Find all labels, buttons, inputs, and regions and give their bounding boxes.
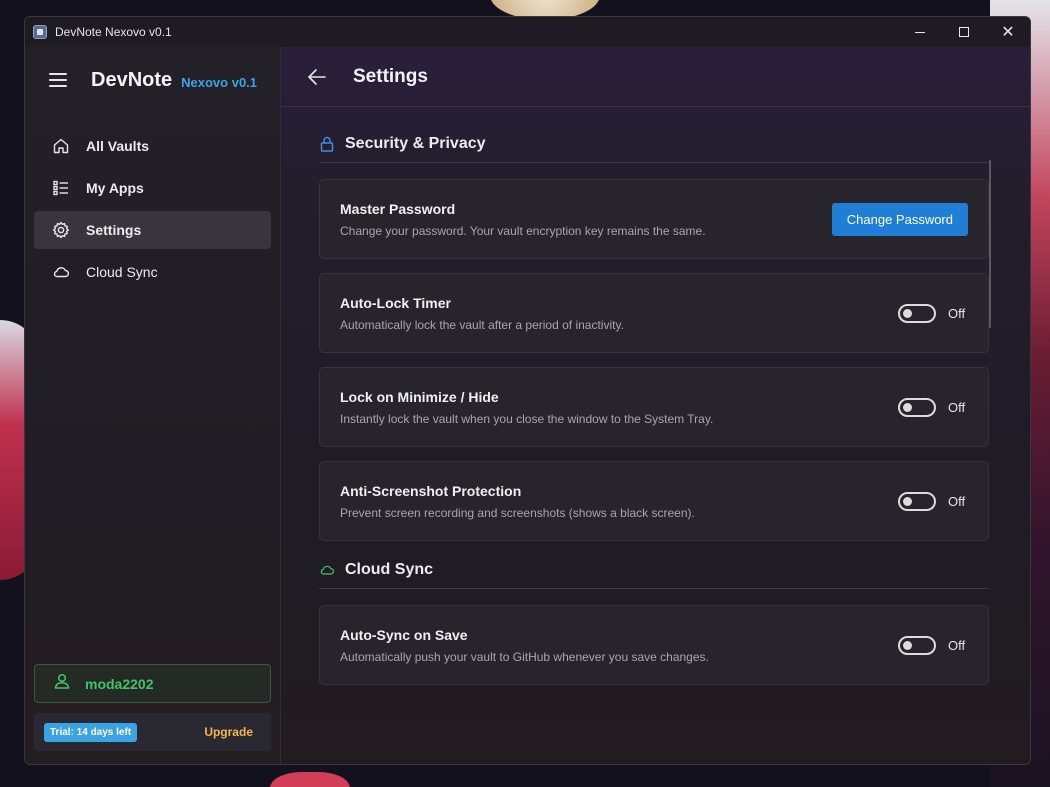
brand-name: DevNote (91, 68, 173, 91)
setting-description: Change your password. Your vault encrypt… (340, 223, 706, 238)
sidebar-item-label: Settings (86, 222, 142, 238)
setting-description: Instantly lock the vault when you close … (340, 411, 714, 426)
section-cloud-header: Cloud Sync (319, 553, 989, 589)
trial-banner: Trial: 14 days left Upgrade (34, 713, 271, 751)
sidebar-nav: All Vaults My Apps Settings Cloud Sync (25, 127, 280, 291)
setting-title: Auto-Lock Timer (340, 294, 451, 311)
list-icon (52, 179, 70, 197)
anti-screenshot-toggle[interactable] (898, 491, 936, 511)
sidebar-item-label: My Apps (86, 180, 144, 196)
brand-version: Nexovo v0.1 (181, 74, 258, 90)
setting-title: Master Password (340, 200, 456, 217)
user-profile[interactable]: moda2202 (34, 664, 271, 703)
maximize-button[interactable] (942, 17, 986, 47)
lock-icon (319, 136, 335, 152)
main-panel: Settings Security & Privacy Master Passw… (281, 47, 1030, 764)
sidebar-item-settings[interactable]: Settings (34, 211, 271, 249)
maximize-icon (959, 27, 969, 37)
master-password-card: Master Password Change your password. Yo… (319, 179, 989, 259)
cloud-icon (319, 562, 335, 578)
section-security-header: Security & Privacy (319, 127, 989, 163)
page-title: Settings (353, 65, 428, 87)
lock-on-minimize-toggle[interactable] (898, 397, 936, 417)
hamburger-menu-icon[interactable] (49, 73, 67, 87)
toggle-state-label: Off (948, 637, 966, 653)
back-arrow-icon[interactable] (307, 67, 327, 87)
auto-lock-toggle[interactable] (898, 303, 936, 323)
auto-lock-card: Auto-Lock Timer Automatically lock the v… (319, 273, 989, 353)
settings-content: Security & Privacy Master Password Chang… (319, 107, 989, 699)
setting-title: Lock on Minimize / Hide (340, 388, 499, 405)
brand-header: DevNote Nexovo v0.1 (25, 47, 280, 113)
close-button[interactable]: ✕ (986, 17, 1030, 47)
minimize-icon (915, 31, 925, 33)
minimize-button[interactable] (898, 17, 942, 47)
cloud-icon (52, 263, 70, 281)
auto-sync-toggle[interactable] (898, 635, 936, 655)
user-icon (53, 672, 71, 695)
scrollbar[interactable] (989, 160, 991, 328)
toggle-state-label: Off (948, 493, 966, 509)
upgrade-link[interactable]: Upgrade (204, 725, 253, 739)
trial-badge: Trial: 14 days left (44, 722, 138, 742)
home-icon (52, 137, 70, 155)
sidebar-item-all-vaults[interactable]: All Vaults (34, 127, 271, 165)
setting-description: Automatically push your vault to GitHub … (340, 649, 709, 664)
setting-description: Automatically lock the vault after a per… (340, 317, 624, 332)
app-logo-icon (33, 25, 47, 39)
setting-title: Anti-Screenshot Protection (340, 482, 522, 499)
gear-icon (52, 221, 70, 239)
toggle-state-label: Off (948, 305, 966, 321)
section-title: Cloud Sync (345, 560, 434, 578)
lock-on-minimize-card: Lock on Minimize / Hide Instantly lock t… (319, 367, 989, 447)
close-icon: ✕ (1001, 22, 1015, 41)
sidebar-item-label: Cloud Sync (86, 264, 158, 280)
username: moda2202 (85, 675, 154, 692)
sidebar: DevNote Nexovo v0.1 All Vaults My Apps S… (25, 47, 281, 764)
setting-title: Auto-Sync on Save (340, 626, 468, 643)
setting-description: Prevent screen recording and screenshots… (340, 505, 695, 520)
anti-screenshot-card: Anti-Screenshot Protection Prevent scree… (319, 461, 989, 541)
change-password-button[interactable]: Change Password (831, 202, 968, 236)
sidebar-item-label: All Vaults (86, 138, 150, 154)
auto-sync-card: Auto-Sync on Save Automatically push you… (319, 605, 989, 685)
app-window: DevNote Nexovo v0.1 ✕ DevNote Nexovo v0.… (24, 16, 1031, 765)
toggle-state-label: Off (948, 399, 966, 415)
title-bar[interactable]: DevNote Nexovo v0.1 ✕ (25, 17, 1030, 47)
page-header: Settings (281, 47, 1030, 107)
sidebar-item-cloud-sync[interactable]: Cloud Sync (34, 253, 271, 291)
window-title: DevNote Nexovo v0.1 (55, 25, 172, 39)
section-title: Security & Privacy (345, 134, 486, 152)
sidebar-item-my-apps[interactable]: My Apps (34, 169, 271, 207)
